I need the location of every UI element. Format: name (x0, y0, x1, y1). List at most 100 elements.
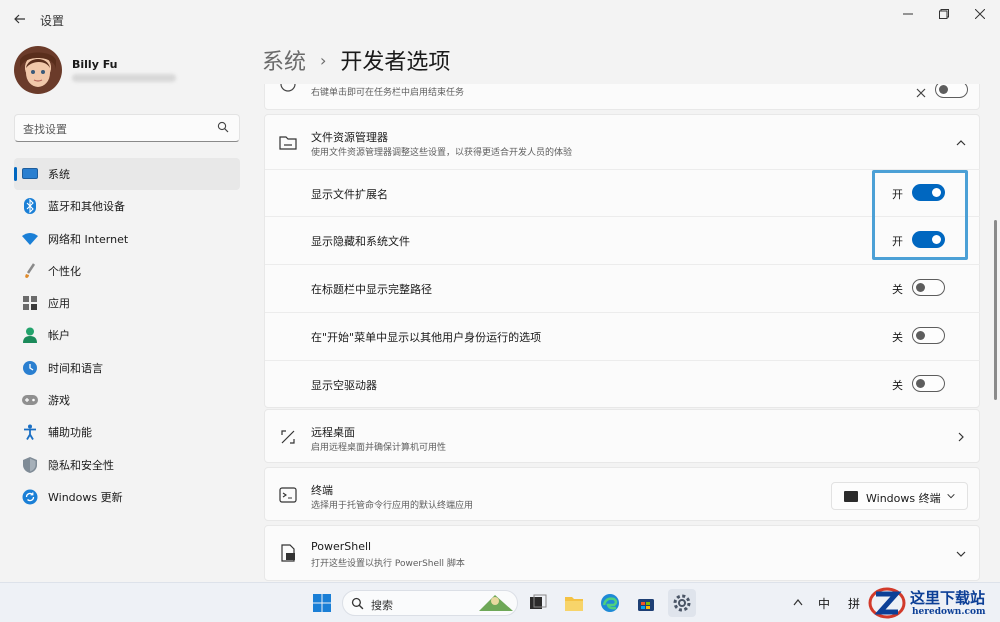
terminal-card: 终端 选择用于托管命令行应用的默认终端应用 Windows 终端 (264, 467, 980, 521)
apps-icon (22, 295, 38, 311)
bluetooth-icon (22, 198, 38, 215)
app-title: 设置 (40, 14, 65, 28)
toggle-state-text: 关 (892, 331, 903, 344)
sidebar-item-time-language[interactable]: 时间和语言 (14, 352, 240, 384)
sidebar-item-system[interactable]: 系统 (14, 158, 240, 190)
terminal-title: 终端 (311, 484, 333, 497)
sidebar-item-label: 个性化 (48, 264, 81, 278)
chevron-down-icon (947, 493, 955, 499)
user-profile[interactable]: Billy Fu (14, 46, 244, 96)
toggle-state-text: 关 (892, 283, 903, 296)
sidebar-item-privacy[interactable]: 隐私和安全性 (14, 449, 240, 481)
breadcrumb-parent[interactable]: 系统 (262, 44, 306, 76)
avatar (14, 46, 62, 94)
sidebar-item-label: 辅助功能 (48, 426, 92, 440)
sidebar-item-personalization[interactable]: 个性化 (14, 255, 240, 287)
chevron-up-icon (956, 140, 966, 146)
taskbar-task-view[interactable] (526, 591, 550, 615)
breadcrumb-separator: › (320, 50, 327, 70)
sidebar-nav: 系统 蓝牙和其他设备 网络和 Internet 个性化 应用 帐户 时间和语言 … (14, 158, 240, 513)
powershell-icon (281, 544, 295, 562)
watermark-logo-icon (868, 587, 906, 619)
setting-label: 在标题栏中显示完整路径 (311, 283, 432, 296)
sidebar-item-label: 帐户 (48, 329, 70, 343)
remote-desktop-card[interactable]: 远程桌面 启用远程桌面并确保计算机可用性 (264, 409, 980, 463)
close-icon (916, 88, 926, 98)
watermark-text: 这里下载站 (910, 589, 986, 607)
sidebar-item-gaming[interactable]: 游戏 (14, 384, 240, 416)
input-method-indicator[interactable]: 中 (818, 595, 830, 612)
scrollbar[interactable] (994, 220, 997, 400)
toggle-state-text: 关 (892, 379, 903, 392)
taskbar-file-explorer[interactable] (562, 591, 586, 615)
setting-row-empty-drives: 显示空驱动器 关 (265, 360, 980, 407)
maximize-button[interactable] (926, 4, 962, 24)
settings-content: 右键单击即可在任务栏中启用结束任务 文件资源管理器 使用文件资源管理器调整这些设… (264, 84, 980, 584)
setting-label: 在"开始"菜单中显示以其他用户身份运行的选项 (311, 331, 542, 344)
search-input[interactable]: 查找设置 (14, 114, 240, 142)
wifi-icon (22, 231, 38, 247)
search-icon (217, 121, 229, 133)
sidebar-item-label: 蓝牙和其他设备 (48, 200, 125, 214)
sidebar-item-windows-update[interactable]: Windows 更新 (14, 481, 240, 513)
sidebar-item-label: Windows 更新 (48, 490, 123, 504)
sidebar-item-bluetooth[interactable]: 蓝牙和其他设备 (14, 190, 240, 222)
remote-desktop-title: 远程桌面 (311, 426, 355, 439)
taskbar-settings[interactable] (668, 589, 696, 617)
end-task-toggle[interactable] (935, 84, 968, 98)
monitor-icon (22, 166, 38, 182)
sidebar-item-label: 网络和 Internet (48, 232, 129, 246)
gamepad-icon (22, 392, 38, 408)
close-icon (975, 9, 985, 19)
taskbar-store[interactable] (634, 591, 658, 615)
setting-row-run-as-other-user: 在"开始"菜单中显示以其他用户身份运行的选项 关 (265, 312, 980, 359)
maximize-icon (939, 9, 949, 19)
end-task-card: 右键单击即可在任务栏中启用结束任务 (264, 84, 980, 110)
powershell-card[interactable]: PowerShell 打开这些设置以执行 PowerShell 脚本 (264, 525, 980, 581)
full-path-toggle[interactable] (912, 279, 945, 296)
sidebar-item-label: 游戏 (48, 394, 70, 408)
title-bar: 设置 (0, 0, 1000, 38)
sidebar-item-accounts[interactable]: 帐户 (14, 319, 240, 351)
taskbar: 搜索 中 拼 (0, 582, 1000, 622)
end-task-subtitle: 右键单击即可在任务栏中启用结束任务 (311, 88, 465, 98)
task-view-icon (530, 594, 547, 609)
file-explorer-header[interactable]: 文件资源管理器 使用文件资源管理器调整这些设置，以获得更适合开发人员的体验 (265, 115, 980, 169)
chevron-up-icon[interactable] (793, 598, 803, 606)
folder-icon (279, 136, 297, 150)
taskbar-edge[interactable] (598, 591, 622, 615)
edge-icon (601, 594, 619, 612)
sidebar-item-network[interactable]: 网络和 Internet (14, 223, 240, 255)
setting-label: 显示空驱动器 (311, 379, 377, 392)
setting-row-full-path: 在标题栏中显示完整路径 关 (265, 264, 980, 311)
empty-drives-toggle[interactable] (912, 375, 945, 392)
start-button[interactable] (310, 591, 334, 615)
powershell-title: PowerShell (311, 540, 372, 553)
terminal-subtitle: 选择用于托管命令行应用的默认终端应用 (311, 501, 474, 511)
search-icon (351, 597, 364, 610)
taskbar-search-label: 搜索 (371, 599, 393, 612)
sidebar-item-accessibility[interactable]: 辅助功能 (14, 416, 240, 448)
input-mode-indicator[interactable]: 拼 (848, 595, 860, 612)
sidebar-item-label: 时间和语言 (48, 361, 103, 375)
store-icon (638, 599, 654, 611)
run-as-other-user-toggle[interactable] (912, 327, 945, 344)
globe-clock-icon (22, 360, 38, 376)
sidebar-item-apps[interactable]: 应用 (14, 287, 240, 319)
task-icon (280, 84, 296, 92)
chevron-down-icon (956, 551, 966, 557)
default-terminal-dropdown[interactable]: Windows 终端 (831, 482, 968, 510)
setting-label: 显示文件扩展名 (311, 188, 388, 201)
breadcrumb: 系统 › 开发者选项 (262, 44, 450, 76)
chevron-right-icon (958, 432, 964, 442)
search-placeholder: 查找设置 (23, 123, 67, 136)
shield-icon (22, 456, 38, 473)
file-explorer-subtitle: 使用文件资源管理器调整这些设置，以获得更适合开发人员的体验 (311, 148, 573, 158)
user-name: Billy Fu (72, 58, 118, 71)
close-button[interactable] (962, 4, 998, 24)
back-button[interactable] (10, 10, 30, 28)
minimize-button[interactable] (890, 4, 926, 24)
highlight-box (872, 170, 968, 260)
update-icon (22, 489, 38, 505)
taskbar-search[interactable]: 搜索 (342, 590, 518, 616)
